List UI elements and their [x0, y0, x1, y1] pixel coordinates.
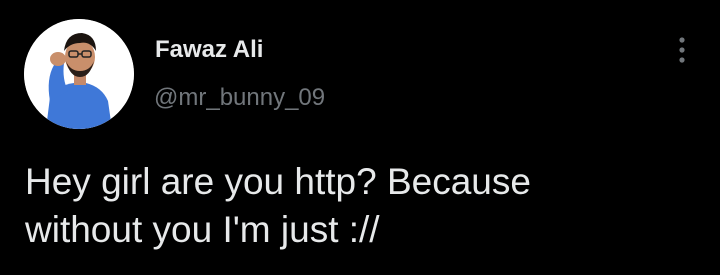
tweet-card: Fawaz Ali @mr_bunny_09 Hey girl are you …	[0, 0, 720, 275]
more-vertical-icon	[679, 37, 685, 63]
tweet-text: Hey girl are you http? Because without y…	[25, 158, 695, 254]
author-handle[interactable]: @mr_bunny_09	[154, 84, 325, 112]
tweet-text-line: Hey girl are you http? Because	[25, 161, 531, 202]
avatar[interactable]	[24, 19, 134, 129]
tweet-text-line: without you I'm just ://	[25, 209, 380, 250]
more-options-button[interactable]	[664, 30, 700, 70]
author-display-name[interactable]: Fawaz Ali	[155, 36, 263, 64]
avatar-photo-icon	[24, 19, 134, 129]
